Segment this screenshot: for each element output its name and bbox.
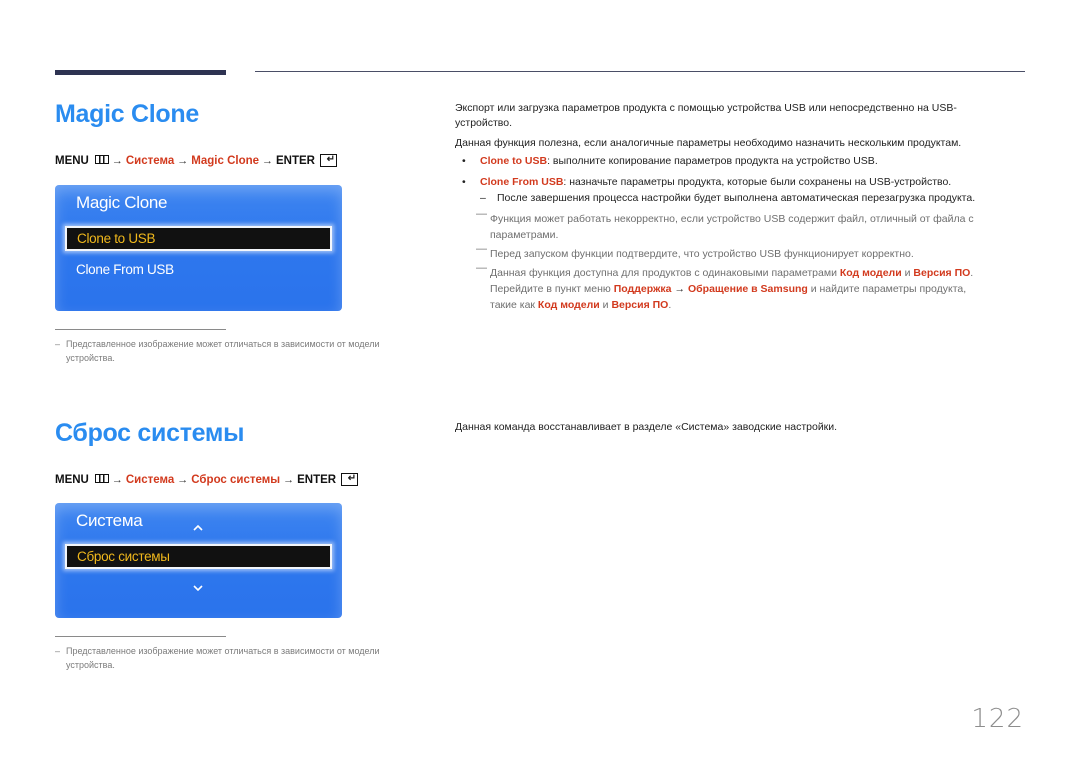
tv-panel-title: Система <box>76 511 143 530</box>
term-contact-samsung: Обращение в Samsung <box>688 283 808 295</box>
bullet-text: : выполните копирование параметров проду… <box>547 155 878 167</box>
arrow-icon: → <box>177 473 189 486</box>
menu-step-system: Система <box>125 154 175 167</box>
image-note: – Представленное изображение может отлич… <box>55 337 425 365</box>
menu-label: MENU <box>55 154 89 167</box>
header-rule-thick <box>55 70 226 75</box>
arrow-icon: → <box>283 473 295 486</box>
tv-menu-panel-magic-clone: Magic Clone Clone to USB Clone From USB <box>55 185 342 311</box>
image-note-text: Представленное изображение может отличат… <box>66 339 380 363</box>
note-text: параметрами. <box>490 229 559 241</box>
arrow-icon: → <box>111 154 123 167</box>
tv-menu-panel-system: Система Сброс системы <box>55 503 342 618</box>
tv-menu-item-clone-to-usb[interactable]: Clone to USB <box>65 226 332 251</box>
arrow-icon: → <box>262 154 274 167</box>
term-software-version: Версия ПО <box>611 299 669 311</box>
description-para-1: Экспорт или загрузка параметров продукта… <box>455 102 957 114</box>
menu-step-system-reset: Сброс системы <box>191 473 281 486</box>
note-usb-file: — Функция может работать некорректно, ес… <box>476 208 1016 243</box>
tv-panel-title: Magic Clone <box>76 193 168 212</box>
term-model-code: Код модели <box>537 299 600 311</box>
bullet-icon: • <box>462 155 466 167</box>
tv-menu-item-clone-from-usb[interactable]: Clone From USB <box>76 262 174 277</box>
bullet-clone-from-usb: Clone From USB: назначьте параметры прод… <box>480 176 951 188</box>
sub-item-restart: После завершения процесса настройки буде… <box>497 192 976 204</box>
note-model-version: — Данная функция доступна для продуктов … <box>476 262 1016 313</box>
image-note-text: Представленное изображение может отличат… <box>66 646 380 670</box>
chevron-down-icon[interactable] <box>193 585 203 591</box>
note-text: и <box>599 299 612 311</box>
dash-icon: – <box>480 192 486 204</box>
note-text: Перед запуском функции подтвердите, что … <box>490 248 914 260</box>
note-text: такие как <box>490 299 538 311</box>
system-reset-description: Данная команда восстанавливает в разделе… <box>455 421 838 433</box>
note-mark-icon: — <box>476 262 487 274</box>
chevron-up-icon[interactable] <box>193 525 203 531</box>
dash-icon: – <box>55 646 61 656</box>
note-usb-check: — Перед запуском функции подтвердите, чт… <box>476 243 1016 262</box>
note-mark-icon: — <box>476 208 487 220</box>
enter-label: ENTER <box>276 154 315 167</box>
image-note: – Представленное изображение может отлич… <box>55 644 425 672</box>
note-text: . <box>668 299 672 311</box>
tv-menu-item-system-reset[interactable]: Сброс системы <box>65 544 332 569</box>
menu-path-system-reset: MENU → Система → Сброс системы → ENTER ↵ <box>55 473 359 486</box>
term-model-code: Код модели <box>839 267 902 279</box>
description-para-2: Данная функция полезна, если аналогичные… <box>455 137 962 149</box>
arrow-icon: → <box>177 154 189 167</box>
page-number: 122 <box>971 704 1024 734</box>
note-text: Перейдите в пункт меню <box>490 283 614 295</box>
note-line: Перейдите в пункт меню Поддержка → Обращен… <box>490 281 1016 297</box>
enter-icon: ↵ <box>320 154 337 167</box>
section-title-magic-clone: Magic Clone <box>55 100 199 128</box>
note-text: . <box>970 267 974 279</box>
enter-label: ENTER <box>297 473 337 486</box>
note-text: Функция может работать некорректно, если… <box>490 213 974 225</box>
menu-grid-icon <box>94 155 109 164</box>
note-line: Данная функция доступна для продуктов с … <box>490 265 1016 281</box>
bullet-text: : назначьте параметры продукта, которые … <box>563 176 952 188</box>
note-text: Данная функция доступна для продуктов с … <box>490 267 840 279</box>
menu-path-magic-clone: MENU → Система → Magic Clone → ENTER ↵ <box>55 154 337 167</box>
note-rule <box>55 636 226 637</box>
menu-step-system: Система <box>125 473 175 486</box>
enter-icon: ↵ <box>341 473 359 486</box>
section-title-system-reset: Сброс системы <box>55 419 245 447</box>
note-line: такие как Код модели и Версия ПО. <box>490 297 1016 313</box>
term-support: Поддержка <box>613 283 672 295</box>
menu-step-magic-clone: Magic Clone <box>191 154 260 167</box>
term-clone-to-usb: Clone to USB <box>480 155 548 167</box>
note-text: и <box>901 267 914 279</box>
menu-label: MENU <box>55 473 89 486</box>
term-clone-from-usb: Clone From USB <box>480 176 564 188</box>
arrow-icon: → <box>111 473 123 486</box>
term-software-version: Версия ПО <box>913 267 971 279</box>
bullet-icon: • <box>462 176 466 188</box>
note-text: и найдите параметры продукта, <box>807 283 967 295</box>
dash-icon: – <box>55 339 61 349</box>
header-rule-thin <box>255 71 1025 72</box>
arrow-icon: → <box>674 283 686 295</box>
menu-grid-icon <box>94 474 109 483</box>
bullet-clone-to-usb: Clone to USB: выполните копирование пара… <box>480 155 878 167</box>
description-para-1-cont: устройство. <box>455 117 513 129</box>
note-rule <box>55 329 226 330</box>
note-mark-icon: — <box>476 243 487 255</box>
